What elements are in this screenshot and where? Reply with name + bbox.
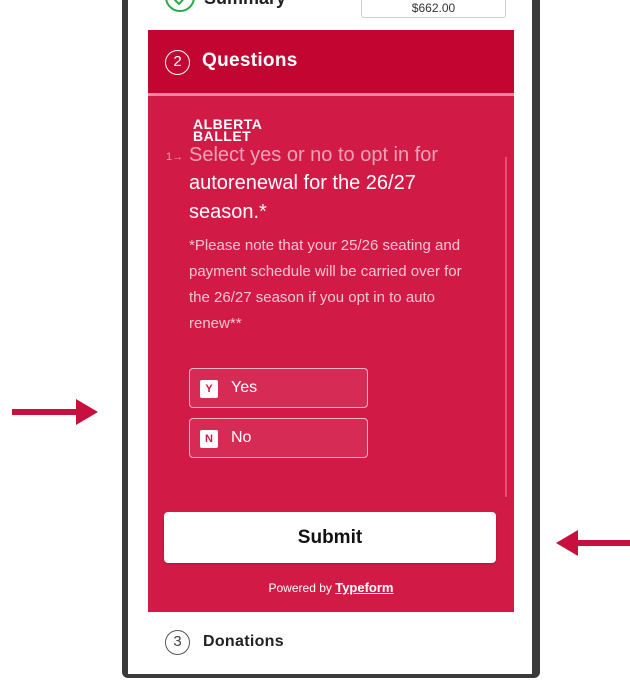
alberta-ballet-logo: ALBERTA BALLET [193,117,262,143]
question-text-faded: Select yes or no to opt in for [189,144,439,166]
question-number: 1→ [166,151,184,163]
arrow-right-icon [12,399,98,425]
donations-step-header[interactable]: 3 Donations [148,612,514,674]
typeform-embed: ALBERTA BALLET 1→ Select yes or no to op… [148,93,514,612]
donations-title: Donations [203,633,284,650]
step-number-badge: 3 [165,630,190,655]
form-progress-line [148,93,514,96]
phone-screen: Summary $662.00 2 Questions ALBERTA BALL… [128,0,532,674]
powered-by-prefix: Powered by [268,581,332,595]
choice-yes-button[interactable]: Y Yes [189,368,368,408]
form-scrollbar[interactable] [505,157,507,497]
step-summary[interactable]: Summary $662.00 [128,0,532,30]
summary-price: $662.00 [361,0,506,18]
summary-label: Summary [204,0,286,9]
check-icon [165,0,195,12]
powered-by: Powered by Typeform [148,580,514,595]
questions-step-header[interactable]: 2 Questions [148,30,514,93]
step-number-badge: 2 [165,50,190,75]
choice-key-n: N [200,430,218,448]
submit-button[interactable]: Submit [164,512,496,563]
questions-title: Questions [202,50,298,71]
question-text: autorenewal for the 26/27 season.* [189,172,416,223]
choice-label-no: No [231,429,252,446]
choice-label-yes: Yes [231,379,258,396]
choice-no-button[interactable]: N No [189,418,368,458]
choice-key-y: Y [200,380,218,398]
arrow-left-icon [556,530,630,556]
question-note: *Please note that your 25/26 seating and… [189,237,462,332]
typeform-link[interactable]: Typeform [335,580,393,595]
